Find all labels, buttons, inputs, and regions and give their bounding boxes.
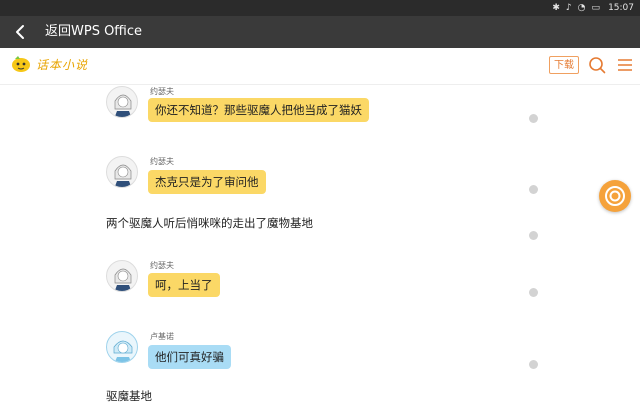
avatar-portrait-icon (114, 164, 132, 187)
logo-mascot-icon (12, 56, 30, 72)
target-icon (605, 186, 625, 206)
speaker-name: 约瑟夫 (150, 157, 174, 166)
message-bubble: 杰克只是为了审问他 (148, 170, 266, 194)
back-to-wps-link[interactable]: 返回WPS Office (45, 16, 142, 48)
app-logo[interactable]: 话本小说 (10, 55, 88, 73)
message-bubble: 你还不知道？那些驱魔人把他当成了猫妖 (148, 98, 369, 122)
narration-text: 两个驱魔人听后悄咪咪的走出了魔物基地 (106, 216, 313, 230)
narration-text: 驱魔基地 (106, 389, 152, 403)
speaker-name: 约瑟夫 (150, 261, 174, 270)
comment-dot[interactable] (529, 185, 538, 194)
avatar-luchino (106, 331, 138, 363)
back-arrow-icon[interactable] (12, 23, 30, 41)
avatar-joseph (106, 260, 138, 292)
message-bubble: 呵，上当了 (148, 273, 220, 297)
title-bar: 返回WPS Office (0, 16, 640, 48)
battery-icon: ▭ (591, 3, 600, 13)
comment-dot[interactable] (529, 231, 538, 240)
search-icon[interactable] (588, 56, 606, 74)
floating-action-button[interactable] (599, 180, 631, 212)
chat-area[interactable]: 约瑟夫 你还不知道？那些驱魔人把他当成了猫妖 约瑟夫 杰克只是为了审问他 两个驱… (0, 84, 640, 403)
bluetooth-icon: ✱ (552, 3, 560, 13)
avatar-joseph (106, 86, 138, 118)
app-header: 话本小说 下载 (0, 48, 640, 85)
wifi-icon: ◔ (577, 3, 586, 13)
status-time: 15:07 (608, 3, 634, 13)
avatar-portrait-icon (114, 94, 132, 117)
avatar-joseph (106, 156, 138, 188)
comment-dot[interactable] (529, 114, 538, 123)
menu-icon[interactable] (617, 56, 633, 74)
message-bubble: 他们可真好骗 (148, 345, 231, 369)
status-bar: ✱ ♪ ◔ ▭ 15:07 (0, 0, 640, 16)
speaker-name: 约瑟夫 (150, 87, 174, 96)
mute-icon: ♪ (565, 3, 572, 13)
comment-dot[interactable] (529, 360, 538, 369)
logo-text: 话本小说 (36, 57, 89, 72)
avatar-portrait-icon (114, 268, 132, 291)
status-icons: ✱ ♪ ◔ ▭ (552, 0, 600, 16)
speaker-name: 卢基诺 (150, 332, 174, 341)
comment-dot[interactable] (529, 288, 538, 297)
download-button[interactable]: 下载 (549, 56, 579, 74)
avatar-portrait-icon (113, 340, 133, 362)
